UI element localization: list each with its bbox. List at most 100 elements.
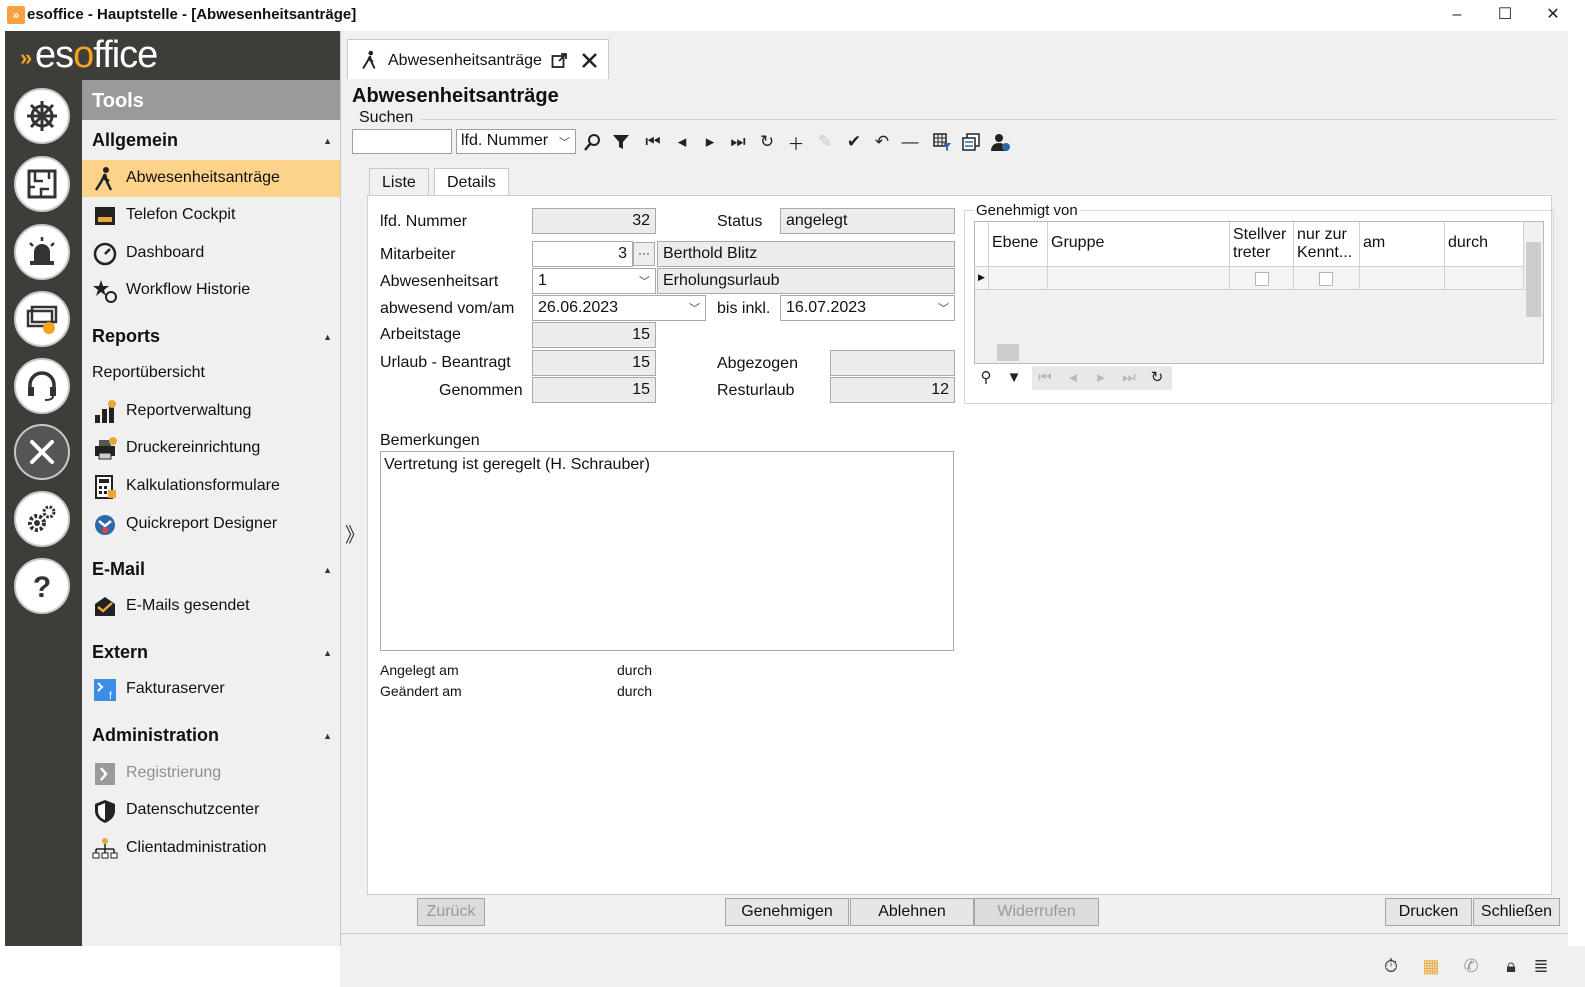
grid-filter-icon[interactable]: ▼: [1002, 366, 1026, 390]
mitarbeiter-input[interactable]: 3: [532, 241, 633, 267]
genehmigen-button[interactable]: Genehmigen: [725, 898, 849, 926]
grid-cell-ebene[interactable]: [989, 266, 1048, 290]
grid-first-icon[interactable]: ⏮: [1033, 366, 1057, 390]
sidebar-item-telefon-cockpit[interactable]: Telefon Cockpit: [82, 197, 340, 234]
sidebar-item-reportverwaltung[interactable]: Reportverwaltung: [82, 393, 340, 430]
approval-grid[interactable]: Ebene Gruppe Stellver treter nur zur Kennt…: [974, 221, 1544, 364]
search-icon[interactable]: [581, 130, 605, 154]
phone-status-icon[interactable]: ✆: [1460, 956, 1482, 978]
bis-date-picker[interactable]: 16.07.2023 ﹀: [780, 295, 955, 321]
undo-icon[interactable]: ↶: [870, 130, 894, 154]
sidebar-item-datenschutzcenter[interactable]: Datenschutzcenter: [82, 792, 340, 829]
column-header-durch[interactable]: durch: [1445, 222, 1524, 266]
abgezogen-label: Abgezogen: [717, 355, 798, 372]
user-assign-icon[interactable]: [988, 130, 1012, 154]
building-icon[interactable]: ▦: [1420, 956, 1442, 978]
sidebar-item-registrierung[interactable]: Registrierung: [82, 755, 340, 792]
sidebar-item-kalkulationsformulare[interactable]: Kalkulationsformulare: [82, 468, 340, 505]
search-field-select[interactable]: lfd. Nummer ﹀: [456, 129, 576, 154]
rail-alarm-button[interactable]: [14, 224, 70, 280]
envelope-check-icon: [95, 597, 115, 616]
next-record-icon[interactable]: ▸: [698, 130, 722, 154]
collapse-arrow-icon: ▲: [323, 731, 332, 741]
sidebar-item-abwesenheitsantraege[interactable]: Abwesenheitsanträge: [82, 160, 340, 197]
grid-refresh-icon[interactable]: ↻: [1145, 366, 1169, 390]
maximize-button[interactable]: ☐: [1482, 2, 1528, 28]
group-allgemein[interactable]: Allgemein ▲: [92, 130, 340, 151]
group-extern[interactable]: Extern ▲: [92, 642, 340, 663]
schliessen-button[interactable]: Schließen: [1473, 898, 1560, 926]
grid-cell-am[interactable]: [1360, 266, 1445, 290]
grid-cell-kenntnis[interactable]: [1294, 266, 1360, 290]
drucken-button[interactable]: Drucken: [1385, 898, 1472, 926]
sidebar-item-fakturaserver[interactable]: f Fakturaserver: [82, 671, 340, 708]
group-email[interactable]: E-Mail ▲: [92, 559, 340, 580]
widerrufen-button[interactable]: Widerrufen: [974, 898, 1099, 926]
first-record-icon[interactable]: ⏮: [641, 130, 665, 154]
column-header-am[interactable]: am: [1360, 222, 1445, 266]
grid-last-icon[interactable]: ⏭: [1117, 366, 1141, 390]
grid-cell-durch[interactable]: [1445, 266, 1524, 290]
delete-icon[interactable]: —: [898, 130, 922, 154]
database-icon[interactable]: ≣: [1530, 956, 1552, 978]
column-header-ebene[interactable]: Ebene: [989, 222, 1048, 266]
genehmigt-von-title: Genehmigt von: [974, 202, 1080, 219]
abgezogen-field: [830, 350, 955, 376]
last-record-icon[interactable]: ⏭: [726, 130, 750, 154]
lock-icon[interactable]: 🔒︎: [1500, 956, 1522, 978]
sidebar-item-clientadministration[interactable]: Clientadministration: [82, 830, 340, 867]
edit-icon[interactable]: ✎: [813, 130, 837, 154]
sidebar-item-emails-gesendet[interactable]: E-Mails gesendet: [82, 588, 340, 625]
rail-settings-button[interactable]: [14, 491, 70, 547]
search-input[interactable]: [352, 129, 452, 154]
abwesenheitsart-select[interactable]: 1 ﹀: [532, 268, 656, 294]
save-check-icon[interactable]: ✔: [842, 130, 866, 154]
stopwatch-icon[interactable]: ⏱: [1380, 956, 1402, 978]
rail-support-button[interactable]: [14, 358, 70, 414]
grid-filter-icon[interactable]: [930, 130, 954, 154]
close-tab-icon[interactable]: [580, 51, 599, 70]
rail-tools-button[interactable]: [14, 424, 70, 480]
grid-cell-gruppe[interactable]: [1048, 266, 1230, 290]
close-window-button[interactable]: ✕: [1530, 2, 1576, 28]
filter-icon[interactable]: [609, 130, 633, 154]
mitarbeiter-lookup-button[interactable]: ···: [633, 242, 655, 266]
stellvertreter-checkbox[interactable]: [1255, 272, 1269, 286]
rail-helm-button[interactable]: [14, 88, 70, 144]
grid-cell-stellvertreter[interactable]: [1230, 266, 1294, 290]
expand-panel-icon[interactable]: 》: [345, 519, 365, 548]
kenntnis-checkbox[interactable]: [1319, 272, 1333, 286]
sidebar-item-dashboard[interactable]: Dashboard: [82, 235, 340, 272]
sidebar-item-reportuebersicht[interactable]: Reportübersicht: [82, 355, 340, 392]
grid-prev-icon[interactable]: ◂: [1061, 366, 1085, 390]
bemerkungen-textarea[interactable]: Vertretung ist geregelt (H. Schrauber): [380, 451, 954, 651]
ablehnen-button[interactable]: Ablehnen: [850, 898, 974, 926]
grid-horizontal-scrollbar[interactable]: [975, 342, 1524, 363]
rail-finance-button[interactable]: [14, 291, 70, 347]
rail-help-button[interactable]: ?: [14, 558, 70, 614]
tab-details[interactable]: Details: [434, 168, 509, 196]
grid-vertical-scrollbar[interactable]: [1524, 222, 1543, 342]
zurueck-button[interactable]: Zurück: [417, 898, 485, 926]
column-header-nur-zur-kenntnis[interactable]: nur zur Kennt...: [1294, 222, 1360, 266]
sidebar-item-workflow-historie[interactable]: Workflow Historie: [82, 272, 340, 309]
popout-icon[interactable]: [551, 52, 568, 69]
vom-date-picker[interactable]: 26.06.2023 ﹀: [532, 295, 706, 321]
minimize-button[interactable]: –: [1434, 2, 1480, 28]
column-header-stellvertreter[interactable]: Stellver treter: [1230, 222, 1294, 266]
column-header-gruppe[interactable]: Gruppe: [1048, 222, 1230, 266]
registration-icon: [95, 763, 115, 785]
grid-next-icon[interactable]: ▸: [1089, 366, 1113, 390]
sidebar-item-quickreport-designer[interactable]: Quickreport Designer: [82, 506, 340, 543]
sidebar-item-druckereinrichtung[interactable]: Druckereinrichtung: [82, 430, 340, 467]
prev-record-icon[interactable]: ◂: [670, 130, 694, 154]
tab-liste[interactable]: Liste: [369, 168, 429, 196]
group-reports[interactable]: Reports ▲: [92, 326, 340, 347]
refresh-icon[interactable]: ↻: [755, 130, 779, 154]
rail-maze-button[interactable]: [14, 156, 70, 212]
doc-tab-abwesenheitsantraege[interactable]: Abwesenheitsanträge: [347, 39, 609, 79]
copy-records-icon[interactable]: [959, 130, 983, 154]
grid-search-icon[interactable]: ⚲: [974, 366, 998, 390]
add-icon[interactable]: ＋: [784, 130, 808, 154]
group-administration[interactable]: Administration ▲: [92, 725, 340, 746]
